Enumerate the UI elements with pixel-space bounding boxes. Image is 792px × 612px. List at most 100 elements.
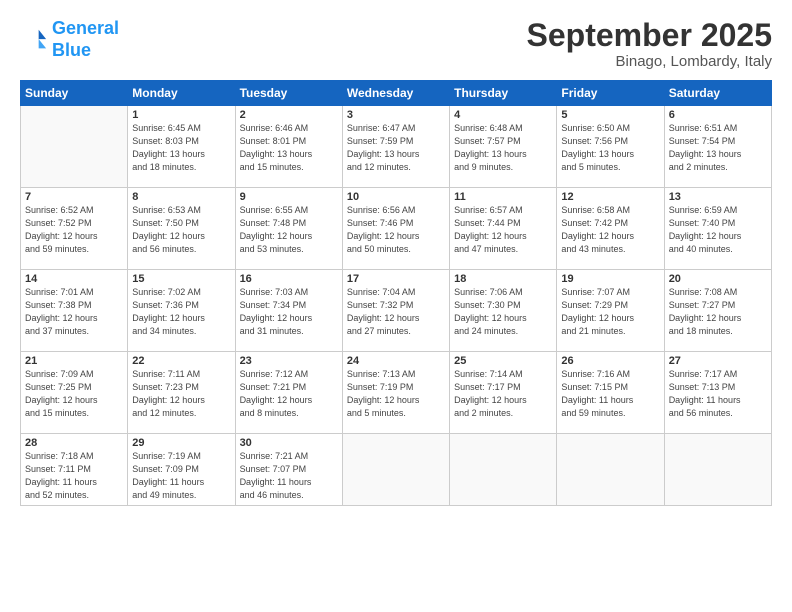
calendar-cell: 29Sunrise: 7:19 AMSunset: 7:09 PMDayligh… xyxy=(128,434,235,506)
calendar-cell: 2Sunrise: 6:46 AMSunset: 8:01 PMDaylight… xyxy=(235,106,342,188)
day-info: Sunrise: 6:50 AMSunset: 7:56 PMDaylight:… xyxy=(561,122,659,174)
day-info: Sunrise: 6:52 AMSunset: 7:52 PMDaylight:… xyxy=(25,204,123,256)
calendar-cell: 8Sunrise: 6:53 AMSunset: 7:50 PMDaylight… xyxy=(128,188,235,270)
day-number: 30 xyxy=(240,437,338,449)
day-number: 14 xyxy=(25,273,123,285)
day-number: 13 xyxy=(669,191,767,203)
calendar-cell: 1Sunrise: 6:45 AMSunset: 8:03 PMDaylight… xyxy=(128,106,235,188)
calendar-header-tuesday: Tuesday xyxy=(235,81,342,106)
day-info: Sunrise: 7:09 AMSunset: 7:25 PMDaylight:… xyxy=(25,368,123,420)
logo-line1: General xyxy=(52,18,119,38)
day-number: 22 xyxy=(132,355,230,367)
calendar-cell: 21Sunrise: 7:09 AMSunset: 7:25 PMDayligh… xyxy=(21,352,128,434)
day-info: Sunrise: 6:47 AMSunset: 7:59 PMDaylight:… xyxy=(347,122,445,174)
day-info: Sunrise: 7:17 AMSunset: 7:13 PMDaylight:… xyxy=(669,368,767,420)
day-info: Sunrise: 6:45 AMSunset: 8:03 PMDaylight:… xyxy=(132,122,230,174)
day-info: Sunrise: 6:51 AMSunset: 7:54 PMDaylight:… xyxy=(669,122,767,174)
day-number: 18 xyxy=(454,273,552,285)
day-info: Sunrise: 6:56 AMSunset: 7:46 PMDaylight:… xyxy=(347,204,445,256)
day-number: 27 xyxy=(669,355,767,367)
day-number: 7 xyxy=(25,191,123,203)
calendar-cell: 13Sunrise: 6:59 AMSunset: 7:40 PMDayligh… xyxy=(664,188,771,270)
calendar-header-friday: Friday xyxy=(557,81,664,106)
day-number: 29 xyxy=(132,437,230,449)
day-info: Sunrise: 7:14 AMSunset: 7:17 PMDaylight:… xyxy=(454,368,552,420)
calendar-header-monday: Monday xyxy=(128,81,235,106)
calendar-cell: 6Sunrise: 6:51 AMSunset: 7:54 PMDaylight… xyxy=(664,106,771,188)
calendar: SundayMondayTuesdayWednesdayThursdayFrid… xyxy=(20,80,772,506)
day-info: Sunrise: 7:21 AMSunset: 7:07 PMDaylight:… xyxy=(240,450,338,502)
day-number: 5 xyxy=(561,109,659,121)
calendar-cell xyxy=(557,434,664,506)
calendar-header-wednesday: Wednesday xyxy=(342,81,449,106)
day-number: 8 xyxy=(132,191,230,203)
calendar-cell: 16Sunrise: 7:03 AMSunset: 7:34 PMDayligh… xyxy=(235,270,342,352)
calendar-cell xyxy=(342,434,449,506)
day-info: Sunrise: 6:48 AMSunset: 7:57 PMDaylight:… xyxy=(454,122,552,174)
day-number: 16 xyxy=(240,273,338,285)
calendar-cell: 18Sunrise: 7:06 AMSunset: 7:30 PMDayligh… xyxy=(450,270,557,352)
calendar-cell: 17Sunrise: 7:04 AMSunset: 7:32 PMDayligh… xyxy=(342,270,449,352)
calendar-cell: 15Sunrise: 7:02 AMSunset: 7:36 PMDayligh… xyxy=(128,270,235,352)
calendar-cell: 11Sunrise: 6:57 AMSunset: 7:44 PMDayligh… xyxy=(450,188,557,270)
day-number: 26 xyxy=(561,355,659,367)
header: General Blue September 2025 Binago, Lomb… xyxy=(20,18,772,70)
calendar-cell: 28Sunrise: 7:18 AMSunset: 7:11 PMDayligh… xyxy=(21,434,128,506)
logo-icon xyxy=(20,26,48,54)
day-info: Sunrise: 7:03 AMSunset: 7:34 PMDaylight:… xyxy=(240,286,338,338)
day-number: 4 xyxy=(454,109,552,121)
day-info: Sunrise: 7:02 AMSunset: 7:36 PMDaylight:… xyxy=(132,286,230,338)
day-number: 11 xyxy=(454,191,552,203)
calendar-cell: 4Sunrise: 6:48 AMSunset: 7:57 PMDaylight… xyxy=(450,106,557,188)
day-number: 23 xyxy=(240,355,338,367)
day-info: Sunrise: 7:04 AMSunset: 7:32 PMDaylight:… xyxy=(347,286,445,338)
calendar-cell: 30Sunrise: 7:21 AMSunset: 7:07 PMDayligh… xyxy=(235,434,342,506)
calendar-header-thursday: Thursday xyxy=(450,81,557,106)
calendar-cell: 25Sunrise: 7:14 AMSunset: 7:17 PMDayligh… xyxy=(450,352,557,434)
day-info: Sunrise: 7:16 AMSunset: 7:15 PMDaylight:… xyxy=(561,368,659,420)
day-number: 25 xyxy=(454,355,552,367)
calendar-cell: 19Sunrise: 7:07 AMSunset: 7:29 PMDayligh… xyxy=(557,270,664,352)
day-number: 20 xyxy=(669,273,767,285)
day-number: 15 xyxy=(132,273,230,285)
location: Binago, Lombardy, Italy xyxy=(527,53,772,70)
calendar-cell xyxy=(664,434,771,506)
day-number: 1 xyxy=(132,109,230,121)
day-number: 6 xyxy=(669,109,767,121)
calendar-cell: 22Sunrise: 7:11 AMSunset: 7:23 PMDayligh… xyxy=(128,352,235,434)
calendar-cell xyxy=(450,434,557,506)
day-info: Sunrise: 6:59 AMSunset: 7:40 PMDaylight:… xyxy=(669,204,767,256)
day-info: Sunrise: 7:01 AMSunset: 7:38 PMDaylight:… xyxy=(25,286,123,338)
day-info: Sunrise: 7:07 AMSunset: 7:29 PMDaylight:… xyxy=(561,286,659,338)
day-number: 17 xyxy=(347,273,445,285)
calendar-header-saturday: Saturday xyxy=(664,81,771,106)
day-info: Sunrise: 7:06 AMSunset: 7:30 PMDaylight:… xyxy=(454,286,552,338)
calendar-cell: 20Sunrise: 7:08 AMSunset: 7:27 PMDayligh… xyxy=(664,270,771,352)
day-info: Sunrise: 7:11 AMSunset: 7:23 PMDaylight:… xyxy=(132,368,230,420)
calendar-cell: 24Sunrise: 7:13 AMSunset: 7:19 PMDayligh… xyxy=(342,352,449,434)
calendar-cell: 5Sunrise: 6:50 AMSunset: 7:56 PMDaylight… xyxy=(557,106,664,188)
day-info: Sunrise: 7:13 AMSunset: 7:19 PMDaylight:… xyxy=(347,368,445,420)
day-number: 10 xyxy=(347,191,445,203)
calendar-cell: 7Sunrise: 6:52 AMSunset: 7:52 PMDaylight… xyxy=(21,188,128,270)
calendar-header-sunday: Sunday xyxy=(21,81,128,106)
day-number: 19 xyxy=(561,273,659,285)
month-title: September 2025 xyxy=(527,18,772,53)
calendar-cell: 26Sunrise: 7:16 AMSunset: 7:15 PMDayligh… xyxy=(557,352,664,434)
day-info: Sunrise: 6:46 AMSunset: 8:01 PMDaylight:… xyxy=(240,122,338,174)
calendar-cell xyxy=(21,106,128,188)
logo-text: General Blue xyxy=(52,18,119,61)
day-number: 9 xyxy=(240,191,338,203)
day-info: Sunrise: 7:08 AMSunset: 7:27 PMDaylight:… xyxy=(669,286,767,338)
calendar-cell: 27Sunrise: 7:17 AMSunset: 7:13 PMDayligh… xyxy=(664,352,771,434)
day-number: 24 xyxy=(347,355,445,367)
calendar-header-row: SundayMondayTuesdayWednesdayThursdayFrid… xyxy=(21,81,772,106)
day-number: 21 xyxy=(25,355,123,367)
calendar-cell: 9Sunrise: 6:55 AMSunset: 7:48 PMDaylight… xyxy=(235,188,342,270)
day-number: 3 xyxy=(347,109,445,121)
day-number: 28 xyxy=(25,437,123,449)
day-info: Sunrise: 6:55 AMSunset: 7:48 PMDaylight:… xyxy=(240,204,338,256)
calendar-cell: 14Sunrise: 7:01 AMSunset: 7:38 PMDayligh… xyxy=(21,270,128,352)
day-info: Sunrise: 6:53 AMSunset: 7:50 PMDaylight:… xyxy=(132,204,230,256)
day-info: Sunrise: 7:18 AMSunset: 7:11 PMDaylight:… xyxy=(25,450,123,502)
